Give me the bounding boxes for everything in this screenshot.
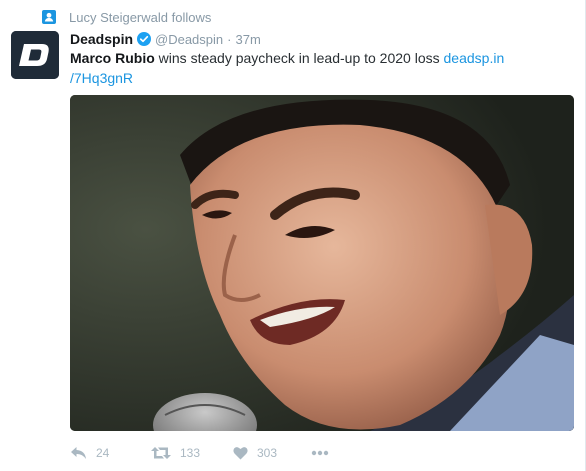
tweet-text-body: wins steady paycheck in lead-up to 2020 …	[154, 50, 444, 66]
reply-count: 24	[96, 446, 110, 460]
deadspin-logo-icon	[11, 31, 59, 79]
social-context[interactable]: Lucy Steigerwald follows	[42, 9, 211, 25]
tweet-photo[interactable]	[70, 95, 574, 431]
tweet-timestamp[interactable]: 37m	[235, 32, 260, 47]
retweet-icon	[151, 447, 171, 459]
tweet-link-part1: deadsp.in	[443, 50, 505, 66]
like-count: 303	[257, 446, 278, 460]
tweet-header: Deadspin @Deadspin · 37m	[70, 30, 261, 48]
tweet-link-part2: /7Hq3gnR	[70, 70, 134, 86]
separator-dot: ·	[227, 31, 232, 47]
tweet-card[interactable]: Lucy Steigerwald follows Deadspin @Deads…	[0, 0, 586, 471]
heart-icon	[233, 447, 248, 460]
photo-image	[70, 95, 574, 431]
tweet-text: Marco Rubio wins steady paycheck in lead…	[70, 48, 550, 88]
retweet-button[interactable]: 133	[151, 446, 233, 460]
more-button[interactable]	[311, 450, 329, 456]
user-follow-icon	[42, 10, 56, 24]
author-handle[interactable]: @Deadspin	[155, 32, 223, 47]
reply-button[interactable]: 24	[70, 446, 151, 460]
verified-badge-icon	[137, 32, 152, 46]
avatar[interactable]	[11, 31, 59, 79]
reply-icon	[71, 447, 86, 459]
author-name[interactable]: Deadspin	[70, 31, 133, 47]
retweet-count: 133	[180, 446, 201, 460]
more-dots-icon	[311, 450, 329, 456]
tweet-actions: 24 133 303	[70, 442, 329, 464]
tweet-text-bold: Marco Rubio	[70, 50, 155, 66]
social-context-text: Lucy Steigerwald follows	[69, 9, 212, 25]
like-button[interactable]: 303	[233, 446, 311, 460]
